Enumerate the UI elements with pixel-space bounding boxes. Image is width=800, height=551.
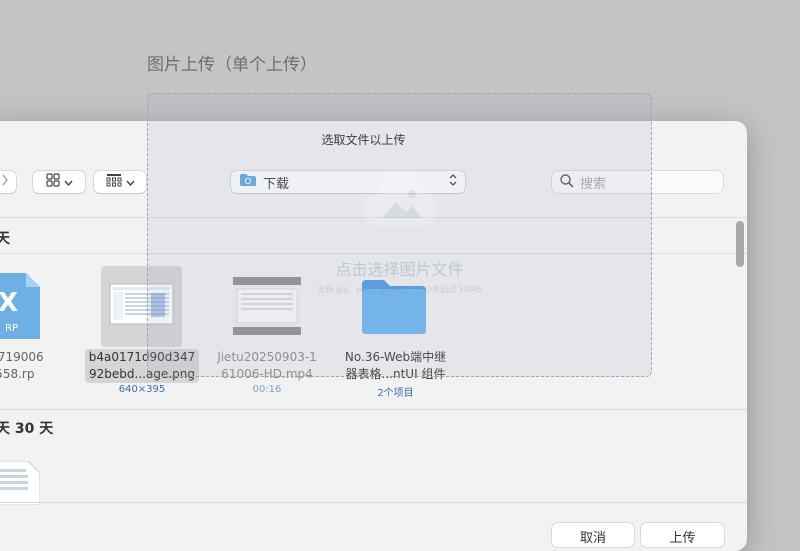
icon-view-button[interactable] (33, 171, 85, 193)
chevron-down-icon (125, 175, 135, 190)
upload-instruction: 点击选择图片文件 (335, 260, 464, 279)
section-header: 天 30 天 (0, 421, 54, 437)
file-name: 5-0719006 (0, 350, 44, 364)
page-title: 图片上传（单个上传） (147, 55, 317, 75)
group-grid-icon (106, 173, 122, 191)
image-upload-icon (360, 166, 440, 240)
folder-item-count: 2个项目 (377, 388, 414, 399)
chevron-down-icon (63, 175, 73, 190)
svg-text:RP: RP (5, 323, 18, 334)
section-header: 天 (0, 231, 10, 247)
upload-hint: 支持 jpg、png、gif 格式，大小不超过 10MB (317, 285, 482, 294)
file-icon-rp[interactable]: X RP (0, 273, 40, 343)
group-view-button[interactable] (94, 171, 146, 193)
svg-text:X: X (0, 288, 18, 318)
forward-button[interactable] (0, 171, 16, 193)
scrollbar-thumb[interactable] (736, 221, 744, 267)
file-dimensions: 640×395 (118, 384, 166, 395)
cancel-button[interactable]: 取消 (552, 523, 634, 547)
upload-dropzone[interactable]: 点击选择图片文件 支持 jpg、png、gif 格式，大小不超过 10MB (147, 93, 652, 377)
chevron-right-icon (1, 174, 9, 190)
file-duration: 00:16 (252, 384, 282, 395)
upload-button[interactable]: 上传 (641, 523, 724, 547)
file-name: 0558.rp (0, 367, 35, 381)
grid-icon (45, 173, 60, 191)
divider (0, 409, 747, 410)
file-item[interactable]: 5-0719006 0558.rp (0, 349, 76, 383)
divider (0, 502, 747, 503)
